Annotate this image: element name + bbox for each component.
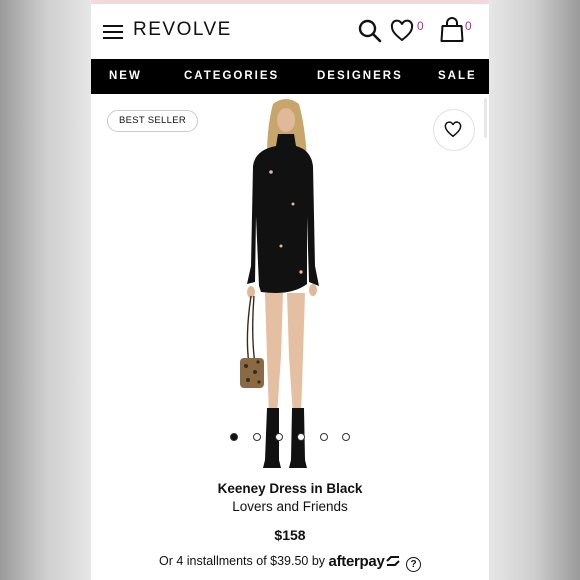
nav-item-sale[interactable]: SALE — [438, 70, 477, 82]
search-icon[interactable] — [357, 18, 383, 44]
product-price: $158 — [274, 527, 306, 543]
carousel-dot[interactable] — [297, 433, 305, 441]
menu-icon[interactable] — [103, 25, 123, 39]
best-seller-badge: BEST SELLER — [107, 110, 199, 132]
carousel-dot[interactable] — [275, 433, 283, 441]
main-nav: NEW CATEGORIES DESIGNERS SALE — [91, 59, 489, 94]
add-to-wishlist-button[interactable] — [433, 109, 475, 151]
product-photo[interactable] — [221, 96, 351, 476]
product-designer[interactable]: Lovers and Friends — [91, 499, 489, 514]
nav-item-designers[interactable]: DESIGNERS — [317, 70, 403, 82]
heart-outline-icon — [444, 121, 462, 138]
wishlist-count: 0 — [417, 19, 424, 33]
carousel-indicators — [91, 433, 489, 443]
mobile-page: REVOLVE 0 0 NEW CATEGORIES DESIGNERS SAL… — [91, 0, 489, 580]
afterpay-logo: afterpay — [329, 553, 401, 570]
afterpay-label: afterpay — [328, 553, 385, 570]
bag-count: 0 — [465, 19, 472, 33]
afterpay-installments: Or 4 installments of $39.50 by afterpay … — [91, 553, 489, 572]
help-icon[interactable]: ? — [406, 557, 421, 572]
carousel-dot[interactable] — [342, 433, 350, 441]
scrollbar[interactable] — [484, 98, 487, 138]
nav-item-new[interactable]: NEW — [109, 70, 142, 82]
brand-logo[interactable]: REVOLVE — [133, 18, 232, 42]
bag-icon[interactable] — [440, 17, 464, 43]
carousel-dot[interactable] — [230, 433, 238, 441]
site-header: REVOLVE 0 0 — [91, 4, 489, 59]
product-name: Keeney Dress in Black — [217, 481, 363, 496]
carousel-dot[interactable] — [253, 433, 261, 441]
nav-item-categories[interactable]: CATEGORIES — [184, 70, 279, 82]
afterpay-arrows-icon — [385, 556, 400, 566]
heart-icon[interactable] — [390, 19, 414, 43]
carousel-dot[interactable] — [320, 433, 328, 441]
installments-text: Or 4 installments of $39.50 by — [159, 554, 326, 568]
